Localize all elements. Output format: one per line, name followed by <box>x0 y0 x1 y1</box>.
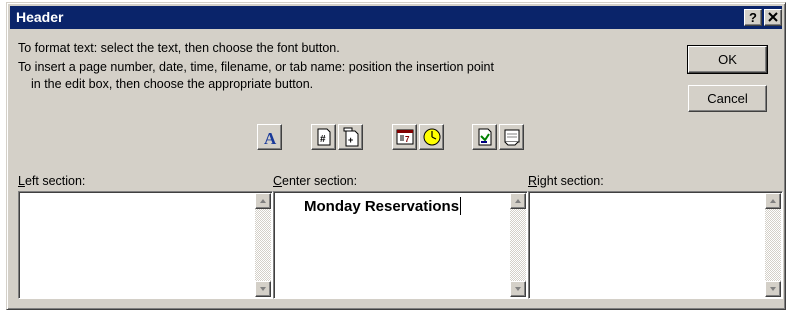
filename-icon <box>478 128 492 146</box>
font-button[interactable]: A <box>257 124 282 150</box>
help-button[interactable]: ? <box>744 9 762 26</box>
instruction-line-1: To format text: select the text, then ch… <box>18 41 340 55</box>
date-icon: 7 <box>396 129 414 145</box>
total-pages-icon: + <box>343 127 359 147</box>
dialog-title: Header <box>16 9 64 25</box>
center-section-text: Monday Reservations <box>304 197 462 215</box>
right-section-editbox[interactable] <box>528 191 783 299</box>
close-icon <box>768 12 778 22</box>
center-section-editbox[interactable]: Monday Reservations <box>273 191 528 299</box>
cancel-button[interactable]: Cancel <box>688 85 767 112</box>
left-section-editbox[interactable] <box>18 191 273 299</box>
time-icon <box>423 128 441 146</box>
close-button[interactable] <box>764 9 782 26</box>
scroll-down-arrow-icon[interactable] <box>255 281 271 297</box>
total-pages-button[interactable]: + <box>338 124 363 150</box>
scroll-up-arrow-icon[interactable] <box>510 193 526 209</box>
text-caret <box>460 197 462 215</box>
time-button[interactable] <box>419 124 444 150</box>
font-icon: A <box>264 129 277 147</box>
left-section-label: Left section: <box>18 174 86 188</box>
instruction-line-3: in the edit box, then choose the appropr… <box>31 77 314 91</box>
scroll-down-arrow-icon[interactable] <box>510 281 526 297</box>
header-dialog: Header ? To format text: select the text… <box>6 2 786 310</box>
instruction-line-2: To insert a page number, date, time, fil… <box>18 60 494 74</box>
scroll-up-arrow-icon[interactable] <box>765 193 781 209</box>
scroll-up-arrow-icon[interactable] <box>255 193 271 209</box>
svg-text:+: + <box>348 135 353 145</box>
title-bar[interactable]: Header ? <box>10 6 782 29</box>
center-section-scrollbar[interactable] <box>510 193 526 297</box>
page-number-icon: # <box>317 128 331 146</box>
scroll-down-arrow-icon[interactable] <box>765 281 781 297</box>
date-button[interactable]: 7 <box>392 124 417 150</box>
ok-button[interactable]: OK <box>687 45 768 74</box>
right-section-label: Right section: <box>528 174 604 188</box>
right-section-scrollbar[interactable] <box>765 193 781 297</box>
svg-text:A: A <box>264 129 277 147</box>
svg-text:#: # <box>320 134 326 145</box>
center-section-label: Center section: <box>273 174 358 188</box>
page-number-button[interactable]: # <box>311 124 336 150</box>
filename-button[interactable] <box>472 124 497 150</box>
svg-text:7: 7 <box>405 135 410 144</box>
left-section-scrollbar[interactable] <box>255 193 271 297</box>
sheet-name-button[interactable] <box>499 124 524 150</box>
sheet-name-icon <box>504 129 520 146</box>
